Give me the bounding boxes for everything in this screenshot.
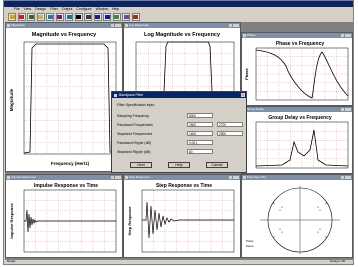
toolbar-button-13[interactable] (131, 13, 140, 21)
chart-title: Phase vs Frequency (276, 41, 325, 47)
toolbar-button-5[interactable] (55, 13, 64, 21)
group-delay-chart: Group Delay vs Frequency (255, 115, 349, 169)
toolbar-button-6[interactable] (65, 13, 73, 21)
toolbar-icon (76, 15, 81, 19)
chart-title: Log Magnitude vs Frequency (144, 32, 221, 38)
step-response-window[interactable]: Step Response Step Response vs Time Step… (123, 174, 241, 258)
pole-zero-chart: xxxx xxxx oooo Poles Zeros (246, 186, 340, 254)
svg-text:o: o (273, 201, 275, 205)
stopband-frequencies-label: Stopband Frequencies (117, 132, 153, 136)
chart-title: Step Response vs Time (156, 183, 212, 189)
close-icon[interactable] (348, 176, 351, 179)
toolbar-icon (133, 15, 138, 19)
group-delay-window[interactable]: Group Delay Group Delay vs Frequency (241, 106, 353, 174)
toolbar-icon (85, 15, 91, 19)
bandpass-filter-dialog[interactable]: Bandpass Filter × Filter Specification I… (111, 91, 247, 173)
stopband-high-field[interactable]: 2900 (217, 131, 243, 136)
chart-title: Impulse Response vs Time (34, 183, 98, 189)
close-icon[interactable] (236, 24, 239, 27)
passband-ripple-label: Passband Ripple (dB) (117, 141, 152, 145)
toolbar-icon (123, 15, 129, 19)
toolbar-button-8[interactable] (84, 13, 92, 21)
toolbar-icon (114, 15, 119, 19)
stopband-ripple-label: Stopband Ripple (dB) (117, 150, 151, 154)
svg-text:x: x (281, 230, 283, 234)
status-mode: Design: IIR (330, 259, 345, 263)
status-bar: Ready Design: IIR (4, 259, 353, 264)
svg-text:x: x (281, 205, 283, 209)
legend-poles: Poles (246, 239, 254, 243)
toolbar-icon (47, 15, 53, 19)
y-axis-label: Step Response (127, 206, 132, 236)
toolbar-icon (9, 15, 15, 19)
svg-text:o: o (273, 235, 275, 239)
impulse-response-chart: Impulse Response vs Time Impulse Respons… (9, 183, 117, 253)
magnitude-window[interactable]: Magnitude Magnitude vs Frequency Frequen… (5, 22, 123, 172)
toolbar-icon (57, 15, 62, 19)
y-axis-label: Impulse Response (9, 203, 14, 239)
dialog-title: Bandpass Filter (112, 92, 246, 98)
chart-title: Magnitude vs Frequency (32, 32, 97, 38)
toolbar-button-1[interactable] (17, 13, 26, 21)
toolbar-button-7[interactable] (74, 13, 83, 21)
close-icon[interactable] (118, 24, 121, 27)
close-icon[interactable] (348, 108, 351, 111)
close-icon[interactable]: × (241, 93, 245, 97)
toolbar-button-0[interactable] (8, 13, 16, 21)
toolbar-icon (38, 15, 43, 19)
toolbar-button-9[interactable] (93, 13, 102, 21)
passband-frequencies-label: Passband Frequencies (117, 123, 153, 127)
toolbar-button-2[interactable] (27, 13, 35, 21)
legend-zeros: Zeros (246, 244, 254, 248)
status-text: Ready (7, 259, 16, 263)
passband-ripple-field[interactable]: 0.001 (187, 140, 213, 145)
close-icon[interactable] (118, 176, 121, 179)
passband-low-field[interactable]: 1800 (187, 122, 213, 127)
close-icon[interactable] (236, 176, 239, 179)
y-axis-label: Magnitude (9, 88, 14, 111)
x-axis-label: Frequency (Hertz) (51, 161, 90, 166)
toolbar-icon (104, 15, 110, 19)
step-response-chart: Step Response vs Time Step Response (127, 183, 235, 253)
pole-zero-window[interactable]: Pole-Zero Plot xxxx xxxx oooo Poles Zero… (241, 174, 353, 258)
y-axis-label: Phase (244, 67, 249, 80)
svg-text:x: x (319, 227, 321, 231)
next-button[interactable]: Next (130, 162, 152, 168)
sampling-frequency-label: Sampling Frequency (117, 114, 150, 118)
toolbar-icon (95, 15, 100, 19)
passband-high-field[interactable]: 2700 (217, 122, 243, 127)
toolbar-button-10[interactable] (103, 13, 111, 21)
magnitude-chart: Magnitude vs Frequency Frequency (Hertz)… (9, 32, 117, 166)
cancel-button[interactable]: Cancel (206, 162, 228, 168)
svg-text:x: x (319, 208, 321, 212)
phase-window[interactable]: Phase Phase vs Frequency Phase (241, 32, 353, 106)
sampling-frequency-field[interactable]: 8000 (187, 113, 213, 118)
help-button[interactable]: Help (168, 162, 190, 168)
phase-chart: Phase vs Frequency Phase (244, 41, 349, 101)
stopband-ripple-field[interactable]: 60 (187, 149, 213, 154)
toolbar (4, 12, 353, 22)
toolbar-button-4[interactable] (46, 13, 54, 21)
impulse-response-window[interactable]: Impulse Response Impulse Response vs Tim… (5, 174, 123, 258)
toolbar-button-11[interactable] (112, 13, 121, 21)
toolbar-icon (19, 15, 24, 19)
close-icon[interactable] (348, 34, 351, 37)
toolbar-button-3[interactable] (36, 13, 45, 21)
chart-title: Group Delay vs Frequency (268, 115, 332, 121)
section-label: Filter Specification Input (117, 103, 155, 107)
toolbar-button-12[interactable] (122, 13, 130, 21)
toolbar-icon (28, 15, 34, 19)
toolbar-icon (66, 15, 72, 19)
stopband-low-field[interactable]: 1600 (187, 131, 213, 136)
